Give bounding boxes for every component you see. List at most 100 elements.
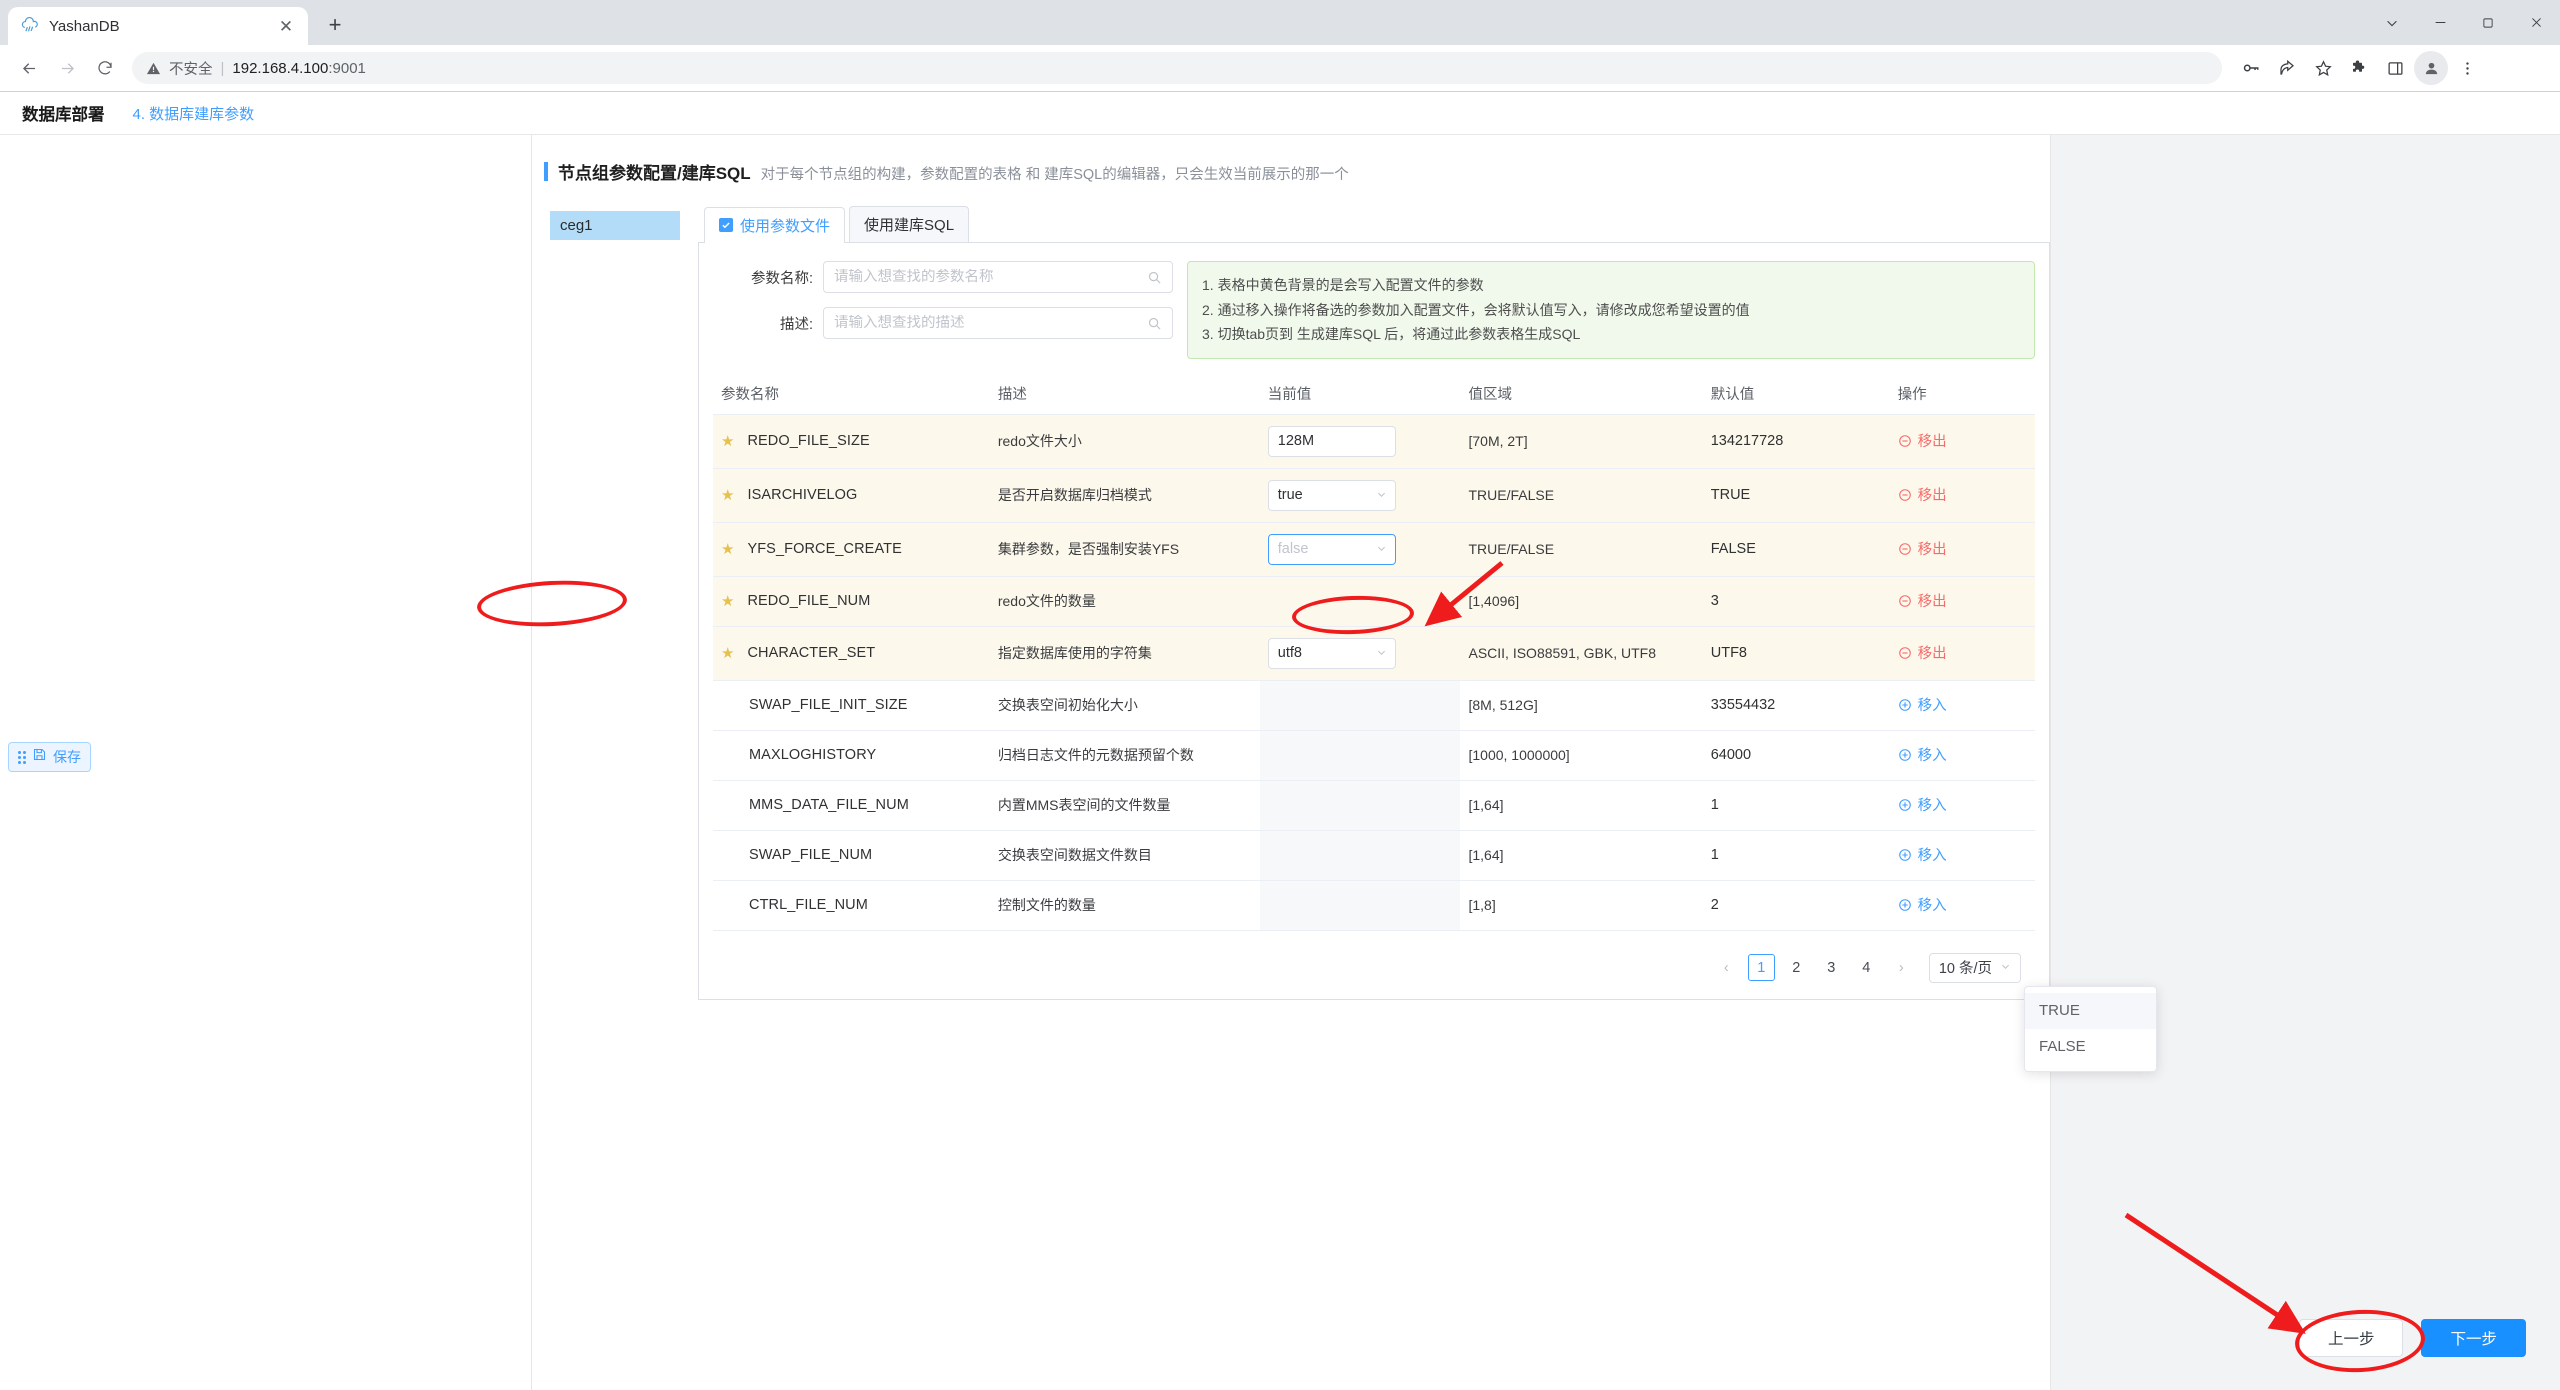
add-to-config-button[interactable]: 移入 (1898, 694, 1947, 715)
param-name-text: MMS_DATA_FILE_NUM (749, 797, 909, 813)
page-title: 节点组参数配置/建库SQL (558, 164, 751, 183)
window-close-icon[interactable] (2512, 0, 2560, 45)
table-row: MAXLOGHISTORY 归档日志文件的元数据预留个数 [1000, 100000… (713, 730, 2035, 781)
cell-current-value (1259, 680, 1461, 731)
value-dropdown-menu[interactable]: TRUE FALSE (2024, 985, 2157, 1072)
bookmark-star-icon[interactable] (2306, 51, 2340, 85)
description-text: 交换表空间数据文件数目 (997, 847, 1152, 863)
cell-value-range: [70M, 2T] (1460, 414, 1703, 469)
param-name-text: SWAP_FILE_NUM (749, 847, 873, 863)
breadcrumb-step-link[interactable]: 4. 数据库建库参数 (133, 103, 255, 124)
current-value-input[interactable]: 128M (1267, 425, 1396, 457)
plus-circle-icon (1898, 847, 1913, 862)
reload-icon[interactable] (88, 51, 122, 85)
cell-default-value: 134217728 (1702, 414, 1890, 469)
notice-line-1: 1. 表格中黄色背景的是会写入配置文件的参数 (1202, 277, 1484, 293)
current-value-select[interactable]: false (1267, 533, 1396, 565)
col-header-current-value: 当前值 (1259, 372, 1461, 415)
remove-from-config-button[interactable]: 移出 (1898, 538, 1947, 559)
profile-avatar-icon[interactable] (2414, 51, 2448, 85)
cell-value-range: ASCII, ISO88591, GBK, UTF8 (1460, 626, 1703, 681)
add-to-config-button[interactable]: 移入 (1898, 844, 1947, 865)
cell-current-value: true (1259, 468, 1461, 523)
current-value-select[interactable]: utf8 (1267, 637, 1396, 669)
cell-param-name: ★ YFS_FORCE_CREATE (713, 522, 990, 577)
app-body: 保存 节点组参数配置/建库SQL 对于每个节点组的构建，参数配置的表格 和 建库… (0, 135, 2560, 1390)
action-label: 移入 (1917, 898, 1947, 915)
pagination-page-4[interactable]: 4 (1853, 954, 1880, 981)
browser-toolbar-icons (2234, 51, 2484, 85)
address-bar[interactable]: 不安全 | 192.168.4.100:9001 (132, 52, 2222, 84)
browser-tab[interactable]: YashanDB ✕ (8, 7, 308, 45)
pagination-page-2[interactable]: 2 (1783, 954, 1810, 981)
pagination-prev[interactable]: ‹ (1713, 954, 1740, 981)
forward-arrow-icon[interactable] (50, 51, 84, 85)
tab-strip: 使用参数文件 使用建库SQL (698, 206, 2050, 243)
cell-default-value: UTF8 (1702, 626, 1890, 681)
cell-current-value (1259, 576, 1461, 627)
star-icon: ★ (721, 644, 735, 662)
share-icon[interactable] (2270, 51, 2304, 85)
minimize-icon[interactable] (2416, 0, 2464, 45)
remove-from-config-button[interactable]: 移出 (1898, 430, 1947, 451)
dropdown-option-true[interactable]: TRUE (2025, 992, 2156, 1029)
cell-description: redo文件大小 (989, 414, 1260, 469)
param-name-search-input[interactable] (834, 269, 1147, 285)
new-tab-button[interactable]: + (318, 8, 352, 42)
current-value-select[interactable]: true (1267, 479, 1396, 511)
password-key-icon[interactable] (2234, 51, 2268, 85)
more-menu-icon[interactable] (2450, 51, 2484, 85)
back-arrow-icon[interactable] (12, 51, 46, 85)
value-range-text: [1000, 1000000] (1468, 746, 1570, 763)
drag-dots-icon[interactable] (18, 750, 26, 764)
minus-circle-icon (1898, 541, 1913, 556)
cell-action: 移入 (1889, 730, 2035, 781)
filter-description-label: 描述: (779, 316, 813, 333)
page-size-select[interactable]: 10 条/页 (1928, 952, 2021, 983)
cell-current-value: false (1259, 522, 1461, 577)
config-area: ceg1 使用参数文件 使用建库SQL 参数名称: 请输入想查找的参数名称 描述… (532, 184, 2157, 1072)
star-icon: ★ (721, 486, 735, 504)
tab-use-param-file[interactable]: 使用参数文件 (704, 207, 846, 243)
dropdown-option-false[interactable]: FALSE (2025, 1029, 2156, 1065)
breadcrumb-title: 数据库部署 (22, 106, 105, 124)
table-header-row: 参数名称 描述 当前值 值区域 默认值 操作 (713, 372, 2035, 415)
description-text: 交换表空间初始化大小 (997, 697, 1138, 713)
pagination-next[interactable]: › (1888, 954, 1915, 981)
search-icon[interactable] (1147, 316, 1162, 331)
chevron-down-icon[interactable] (2368, 0, 2416, 45)
pagination: ‹ 1 2 3 4 › 10 条/页 (713, 952, 2035, 983)
add-to-config-button[interactable]: 移入 (1898, 744, 1947, 765)
cell-description: 集群参数，是否强制安装YFS (989, 522, 1260, 577)
table-row: MMS_DATA_FILE_NUM 内置MMS表空间的文件数量 [1,64] 1 移入 (713, 780, 2035, 831)
node-group-list: ceg1 (550, 206, 680, 1000)
next-step-button[interactable]: 下一步 (2421, 1319, 2526, 1357)
checkbox-checked-icon[interactable] (719, 218, 733, 232)
description-text: 控制文件的数量 (997, 897, 1096, 913)
close-icon[interactable]: ✕ (276, 16, 296, 36)
description-text: 指定数据库使用的字符集 (997, 645, 1152, 661)
pagination-page-3[interactable]: 3 (1818, 954, 1845, 981)
cell-action: 移出 (1889, 414, 2035, 469)
param-name-search-field[interactable] (823, 261, 1173, 293)
prev-step-button[interactable]: 上一步 (2298, 1319, 2404, 1357)
save-button[interactable]: 保存 (8, 742, 91, 772)
cell-param-name: ★ REDO_FILE_NUM (713, 576, 990, 627)
side-panel-icon[interactable] (2378, 51, 2412, 85)
tab-use-create-sql[interactable]: 使用建库SQL (849, 206, 970, 242)
pagination-page-1[interactable]: 1 (1747, 954, 1775, 981)
description-search-field[interactable] (823, 307, 1173, 339)
param-name-text: REDO_FILE_SIZE (747, 433, 870, 449)
search-icon[interactable] (1147, 270, 1162, 285)
star-icon: ★ (721, 432, 735, 450)
node-group-item-ceg1[interactable]: ceg1 (550, 211, 680, 240)
add-to-config-button[interactable]: 移入 (1898, 794, 1947, 815)
extensions-puzzle-icon[interactable] (2342, 51, 2376, 85)
remove-from-config-button[interactable]: 移出 (1898, 590, 1947, 611)
description-search-input[interactable] (834, 315, 1147, 331)
cell-current-value (1259, 830, 1461, 881)
maximize-icon[interactable] (2464, 0, 2512, 45)
remove-from-config-button[interactable]: 移出 (1898, 642, 1947, 663)
add-to-config-button[interactable]: 移入 (1898, 894, 1947, 915)
remove-from-config-button[interactable]: 移出 (1898, 484, 1947, 505)
